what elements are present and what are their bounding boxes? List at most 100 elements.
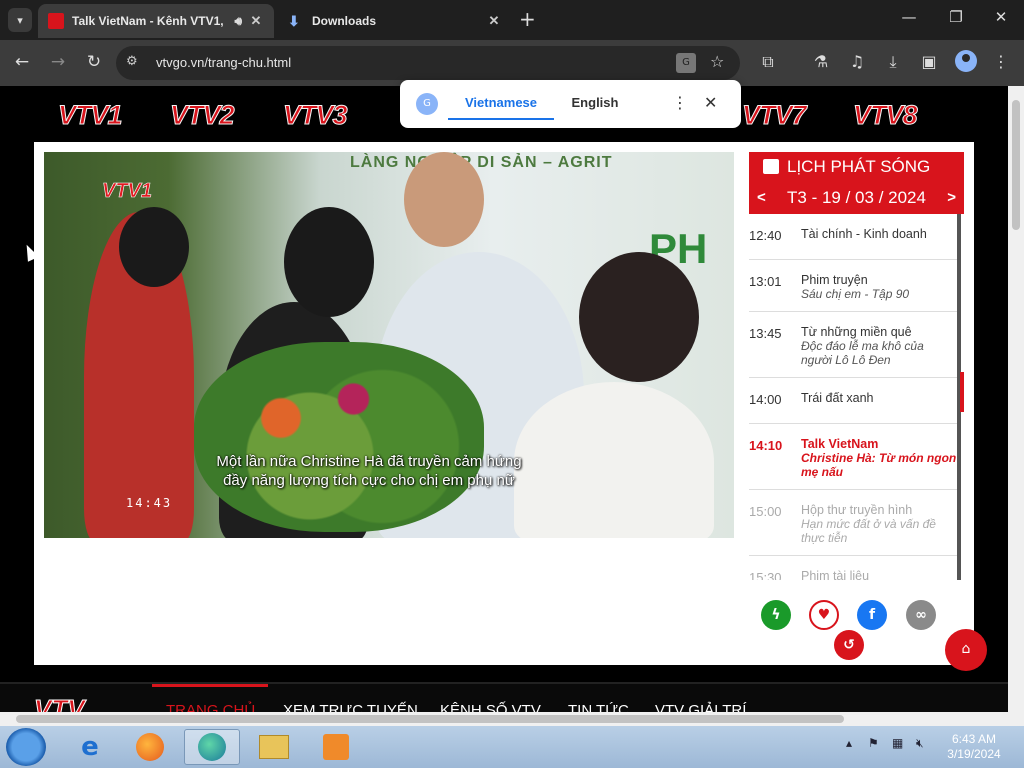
video-banner-text: LÀNG NGHIỆP DI SẢN – AGRIT	[350, 154, 613, 171]
media-control-icon[interactable]: ♫	[846, 52, 868, 71]
link-icon[interactable]: ∞	[906, 600, 936, 630]
address-bar[interactable]: ⚙ vtvgo.vn/trang-chu.html G ☆	[116, 46, 740, 80]
nav-vtv-giai-tri[interactable]: VTV GIẢI TRÍ	[655, 702, 746, 712]
site-bottom-nav: VTV TRANG CHỦ XEM TRỰC TUYẾN KÊNH SỐ VTV…	[0, 682, 1008, 712]
prev-day-button[interactable]: <	[757, 184, 766, 212]
schedule-header: LỊCH PHÁT SÓNG	[749, 152, 964, 182]
channel-vtv1[interactable]: VTV1	[58, 100, 124, 131]
schedule-item[interactable]: 15:00 Hộp thư truyền hình Hạn mức đất ở và…	[749, 490, 957, 556]
system-clock[interactable]: 6:43 AM 3/19/2024	[944, 732, 1004, 762]
item-time: 13:45	[749, 326, 782, 341]
video-clock: 14:43	[126, 496, 173, 510]
video-subtitle: Một lần nữa Christine Hà đã truyền cảm h…	[44, 452, 734, 490]
video-player[interactable]: LÀNG NGHIỆP DI SẢN – AGRIT PH VTV1 Một l…	[44, 152, 734, 538]
schedule-item[interactable]: 15:30 Phim tài liệu	[749, 556, 957, 580]
firefox-icon[interactable]	[122, 729, 178, 765]
edge-icon[interactable]	[184, 729, 240, 765]
downloads-icon[interactable]: ⤓	[882, 52, 904, 72]
url-text[interactable]: vtvgo.vn/trang-chu.html	[156, 55, 291, 70]
flag-icon[interactable]: ⚑	[868, 736, 879, 750]
close-window-button[interactable]: ✕	[987, 8, 1015, 26]
volume-muted-icon[interactable]: 🔇︎	[916, 736, 924, 751]
item-subtitle: Sáu chị em - Tập 90	[801, 287, 910, 301]
item-subtitle: Hạn mức đất ở và vấn đề thực tiễn	[801, 517, 936, 545]
schedule-item[interactable]: 12:40 Tài chính - Kinh doanh	[749, 214, 957, 260]
media-player-icon[interactable]	[308, 729, 364, 765]
item-subtitle: Độc đáo lễ ma khô của người Lô Lô Đen	[801, 339, 924, 367]
menu-kebab-icon[interactable]: ⋮	[990, 52, 1012, 71]
tab-downloads[interactable]: ⬇ Downloads ✕	[278, 4, 512, 38]
speaker-icon[interactable]: 🔊︎	[234, 14, 242, 29]
item-subtitle: Christine Hà: Từ món ngon mẹ nấu	[801, 451, 957, 479]
tab-search-button[interactable]: ▾	[8, 8, 32, 32]
side-panel-icon[interactable]: ▣	[918, 52, 940, 71]
scroll-mouse-button[interactable]: ⌂	[945, 629, 987, 671]
reload-button[interactable]: ↻	[83, 52, 105, 72]
translate-icon[interactable]: G	[676, 53, 696, 73]
channel-vtv2[interactable]: VTV2	[170, 100, 236, 131]
translate-close-icon[interactable]: ✕	[704, 93, 717, 112]
person-figure	[284, 207, 374, 317]
horizontal-scrollbar[interactable]	[0, 712, 1008, 726]
internet-explorer-icon[interactable]: e	[62, 729, 118, 765]
new-tab-button[interactable]: +	[519, 8, 536, 30]
item-name: Phim truyện	[801, 273, 868, 287]
close-tab-icon[interactable]: ✕	[486, 13, 502, 29]
channel-vtv7[interactable]: VTV7	[742, 100, 808, 131]
player-card: LÀNG NGHIỆP DI SẢN – AGRIT PH VTV1 Một l…	[34, 142, 974, 665]
vtv-logo[interactable]: VTV	[34, 694, 86, 713]
facebook-icon[interactable]: f	[857, 600, 887, 630]
minimize-button[interactable]: —	[895, 8, 923, 26]
schedule-scroll-indicator[interactable]	[960, 372, 964, 412]
restore-button[interactable]: ❐	[942, 8, 970, 26]
item-time: 15:30	[749, 570, 782, 580]
translate-options-icon[interactable]: ⋮	[672, 93, 688, 112]
channel-vtv3[interactable]: VTV3	[283, 100, 349, 131]
item-name: Trái đất xanh	[801, 391, 874, 405]
item-time: 12:40	[749, 228, 782, 243]
start-button[interactable]	[6, 728, 46, 766]
windows-taskbar: e ▴ ⚑ ▦ 🔇︎ 6:43 AM 3/19/2024	[0, 726, 1024, 768]
calendar-icon	[763, 159, 779, 174]
nav-xem-truc-tuyen[interactable]: XEM TRỰC TUYẾN	[283, 702, 418, 712]
translate-tab-vietnamese[interactable]: Vietnamese	[448, 95, 554, 120]
broadcast-schedule: LỊCH PHÁT SÓNG < T3 - 19 / 03 / 2024 > 1…	[749, 152, 964, 582]
nav-trang-chu[interactable]: TRANG CHỦ	[166, 702, 255, 712]
bolt-icon[interactable]: ϟ	[761, 600, 791, 630]
clock-date: 3/19/2024	[947, 747, 1001, 761]
channel-vtv8[interactable]: VTV8	[853, 100, 919, 131]
schedule-item-current[interactable]: 14:10 Talk VietNam Christine Hà: Từ món ng…	[749, 424, 957, 490]
schedule-item[interactable]: 14:00 Trái đất xanh	[749, 378, 957, 424]
google-translate-icon: G	[416, 93, 438, 115]
item-name: Talk VietNam	[801, 437, 879, 451]
extensions-icon[interactable]: ⧉	[757, 52, 779, 72]
scrollbar-thumb[interactable]	[16, 715, 844, 723]
translate-tab-english[interactable]: English	[560, 95, 630, 110]
scrollbar-thumb[interactable]	[1012, 100, 1020, 230]
download-favicon-icon: ⬇	[288, 13, 300, 29]
site-info-icon[interactable]: ⚙	[126, 54, 138, 69]
nav-tin-tuc[interactable]: TIN TỨC	[568, 702, 629, 712]
file-explorer-icon[interactable]	[246, 729, 302, 765]
labs-icon[interactable]: ⚗	[810, 52, 832, 71]
forward-button[interactable]: →	[47, 52, 69, 72]
schedule-item[interactable]: 13:01 Phim truyện Sáu chị em - Tập 90	[749, 260, 957, 312]
profile-avatar[interactable]	[955, 50, 977, 72]
network-icon[interactable]: ▦	[892, 736, 903, 750]
page-content: VTV1 VTV2 VTV3 VTV7 VTV8 LÀNG NGHIỆP DI …	[0, 86, 1008, 712]
active-nav-indicator	[152, 684, 268, 687]
back-button[interactable]: ←	[11, 52, 33, 72]
vertical-scrollbar[interactable]	[1008, 86, 1024, 712]
next-day-button[interactable]: >	[947, 184, 956, 212]
nav-kenh-so-vtv[interactable]: KÊNH SỐ VTV	[440, 702, 541, 712]
schedule-item[interactable]: 13:45 Từ những miền quê Độc đáo lễ ma khô …	[749, 312, 957, 378]
heart-icon[interactable]: ♥	[809, 600, 839, 630]
tray-expand-icon[interactable]: ▴	[846, 736, 852, 750]
bookmark-star-icon[interactable]: ☆	[710, 52, 724, 71]
schedule-list[interactable]: 12:40 Tài chính - Kinh doanh 13:01 Phim tr…	[749, 214, 961, 580]
close-tab-icon[interactable]: ✕	[248, 13, 264, 29]
item-time: 14:10	[749, 438, 783, 453]
tab-title: Downloads	[312, 14, 377, 28]
replay-icon[interactable]: ↺	[834, 630, 864, 660]
tab-talk-vietnam[interactable]: Talk VietNam - Kênh VTV1, 🔊︎ ✕	[38, 4, 274, 38]
